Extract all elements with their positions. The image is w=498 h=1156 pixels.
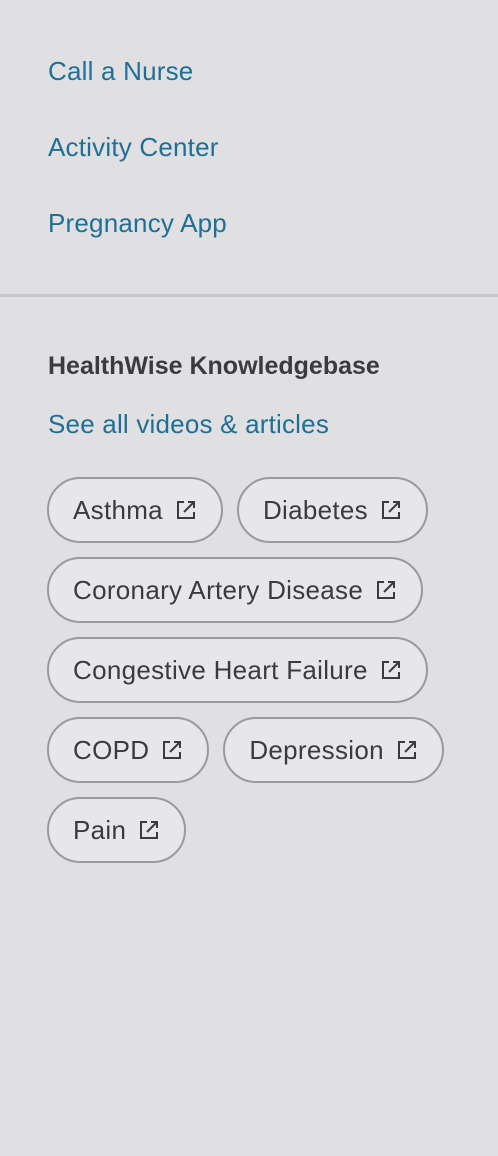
topic-chip-coronary-artery-disease[interactable]: Coronary Artery Disease [47, 557, 424, 623]
pregnancy-app-link[interactable]: Pregnancy App [48, 208, 227, 239]
external-link-icon [138, 819, 160, 841]
chip-row: Asthma Diabetes [47, 477, 477, 543]
section-divider [0, 294, 498, 297]
see-all-videos-articles-link[interactable]: See all videos & articles [48, 409, 329, 440]
external-link-icon [175, 499, 197, 521]
external-link-icon [380, 499, 402, 521]
topic-chip-label: Asthma [73, 494, 163, 525]
topic-chips: Asthma Diabetes Coronary Artery Disease … [47, 477, 477, 877]
topic-chip-congestive-heart-failure[interactable]: Congestive Heart Failure [47, 637, 428, 703]
chip-row: Pain [47, 797, 477, 863]
topic-chip-label: Congestive Heart Failure [73, 654, 368, 685]
topic-chip-label: COPD [73, 734, 150, 765]
chip-row: Coronary Artery Disease [47, 557, 477, 623]
activity-center-link[interactable]: Activity Center [48, 132, 219, 163]
topic-chip-depression[interactable]: Depression [223, 717, 444, 783]
external-link-icon [396, 739, 418, 761]
call-a-nurse-link[interactable]: Call a Nurse [48, 56, 193, 87]
external-link-icon [161, 739, 183, 761]
external-link-icon [380, 659, 402, 681]
topic-chip-label: Coronary Artery Disease [73, 574, 364, 605]
knowledgebase-heading: HealthWise Knowledgebase [48, 352, 380, 380]
topic-chip-asthma[interactable]: Asthma [47, 477, 223, 543]
chip-row: Congestive Heart Failure [47, 637, 477, 703]
topic-chip-copd[interactable]: COPD [47, 717, 210, 783]
chip-row: COPD Depression [47, 717, 477, 783]
topic-chip-label: Depression [249, 734, 384, 765]
topic-chip-pain[interactable]: Pain [47, 797, 187, 863]
external-link-icon [375, 579, 397, 601]
topic-chip-label: Diabetes [262, 494, 368, 525]
topic-chip-label: Pain [73, 814, 127, 845]
topic-chip-diabetes[interactable]: Diabetes [236, 477, 428, 543]
